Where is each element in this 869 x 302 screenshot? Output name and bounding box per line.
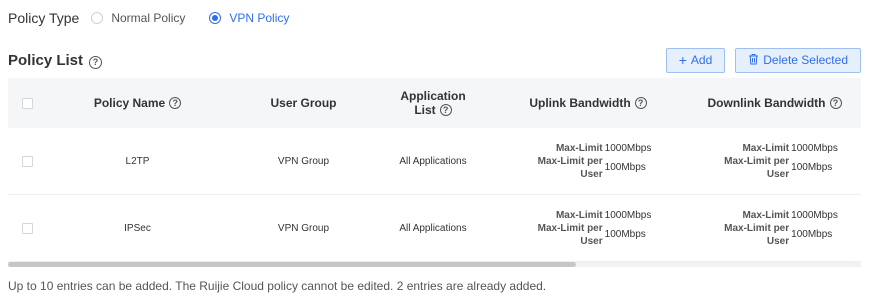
add-button[interactable]: + Add bbox=[665, 47, 726, 73]
downlink-bandwidth-detail: Max-Limit 1000Mbps Max-Limit per User 100Mb… bbox=[711, 142, 838, 181]
cell-uplink-bandwidth: Max-Limit 1000Mbps Max-Limit per User 100Mb… bbox=[488, 195, 688, 261]
downlink-max-value: 1000Mbps bbox=[791, 142, 838, 154]
bw-max-limit-label: Max-Limit bbox=[555, 209, 603, 221]
table-row: L2TP VPN Group All Applications Max-Limi… bbox=[8, 128, 861, 195]
header-policy-name-text: Policy Name bbox=[93, 96, 166, 110]
help-icon[interactable]: ? bbox=[169, 97, 182, 109]
uplink-bandwidth-detail: Max-Limit 1000Mbps Max-Limit per User 100Mb… bbox=[525, 142, 652, 181]
bw-per-user-label-line2: User bbox=[580, 235, 603, 247]
delete-selected-button[interactable]: Delete Selected bbox=[735, 47, 861, 73]
bw-per-user-label-line2: User bbox=[766, 235, 790, 247]
bw-max-limit-label: Max-Limit bbox=[742, 209, 790, 221]
policy-list-title-text: Policy List bbox=[8, 51, 84, 69]
uplink-max-value: 1000Mbps bbox=[604, 142, 652, 154]
downlink-bandwidth-detail: Max-Limit 1000Mbps Max-Limit per User 100Mb… bbox=[711, 209, 838, 248]
radio-vpn-policy[interactable]: VPN Policy bbox=[209, 11, 289, 25]
row-checkbox[interactable] bbox=[21, 155, 33, 167]
header-downlink-bandwidth: Downlink Bandwidth? bbox=[688, 78, 861, 128]
policy-type-label: Policy Type bbox=[8, 10, 80, 26]
add-button-label: Add bbox=[690, 53, 713, 67]
bw-per-user-label-line1: Max-Limit per bbox=[537, 155, 603, 167]
cell-policy-name: L2TP bbox=[125, 155, 150, 167]
row-checkbox[interactable] bbox=[21, 222, 33, 234]
header-application-list-line1: Application bbox=[400, 89, 466, 103]
radio-label-vpn[interactable]: VPN Policy bbox=[229, 11, 289, 25]
bw-per-user-label: Max-Limit per User bbox=[525, 222, 605, 248]
downlink-max-value: 1000Mbps bbox=[791, 209, 838, 221]
cell-downlink-bandwidth: Max-Limit 1000Mbps Max-Limit per User 100Mb… bbox=[688, 128, 861, 194]
bw-per-user-label-line1: Max-Limit per bbox=[724, 222, 790, 234]
policy-list-header: Policy List? + Add Delete Selected bbox=[8, 47, 861, 73]
scrollbar-thumb[interactable] bbox=[8, 262, 576, 267]
bw-max-limit-label: Max-Limit bbox=[742, 142, 790, 154]
policy-table: Policy Name? User Group Application List… bbox=[8, 78, 861, 268]
header-user-group: User Group bbox=[229, 78, 378, 128]
bw-per-user-label: Max-Limit per User bbox=[711, 222, 791, 248]
table-header: Policy Name? User Group Application List… bbox=[8, 78, 861, 128]
cell-uplink-bandwidth: Max-Limit 1000Mbps Max-Limit per User 100Mb… bbox=[488, 128, 688, 194]
uplink-max-value: 1000Mbps bbox=[604, 209, 652, 221]
cell-downlink-bandwidth: Max-Limit 1000Mbps Max-Limit per User 100Mb… bbox=[688, 195, 861, 261]
policy-type-row: Policy Type Normal Policy VPN Policy bbox=[8, 8, 313, 28]
header-downlink-text: Downlink Bandwidth bbox=[707, 96, 826, 110]
radio-label-normal[interactable]: Normal Policy bbox=[111, 11, 185, 25]
downlink-per-user-value: 100Mbps bbox=[791, 162, 833, 173]
uplink-bandwidth-detail: Max-Limit 1000Mbps Max-Limit per User 100Mb… bbox=[525, 209, 652, 248]
bw-per-user-label-line1: Max-Limit per bbox=[724, 155, 790, 167]
horizontal-scrollbar[interactable] bbox=[8, 262, 861, 267]
header-application-list: Application List? bbox=[378, 78, 488, 128]
bw-per-user-label-line2: User bbox=[580, 168, 603, 180]
plus-icon: + bbox=[678, 52, 687, 68]
header-policy-name: Policy Name? bbox=[46, 78, 229, 128]
bw-per-user-label: Max-Limit per User bbox=[525, 155, 605, 181]
header-uplink-text: Uplink Bandwidth bbox=[529, 96, 631, 110]
select-all-checkbox[interactable] bbox=[21, 97, 33, 109]
row-select-cell bbox=[8, 128, 46, 194]
header-uplink-bandwidth: Uplink Bandwidth? bbox=[488, 78, 688, 128]
header-select-all bbox=[8, 78, 46, 128]
trash-icon bbox=[748, 53, 759, 67]
footer-note: Up to 10 entries can be added. The Ruiji… bbox=[8, 279, 547, 293]
radio-normal-policy[interactable]: Normal Policy bbox=[91, 11, 185, 25]
uplink-per-user-value: 100Mbps bbox=[604, 229, 646, 240]
cell-application-list: All Applications bbox=[399, 155, 467, 167]
help-icon[interactable]: ? bbox=[439, 104, 452, 116]
table-row: IPSec VPN Group All Applications Max-Lim… bbox=[8, 195, 861, 262]
help-icon[interactable]: ? bbox=[634, 97, 647, 109]
cell-application-list: All Applications bbox=[399, 222, 467, 234]
radio-circle-normal[interactable] bbox=[91, 12, 104, 24]
bw-per-user-label-line2: User bbox=[766, 168, 790, 180]
uplink-per-user-value: 100Mbps bbox=[604, 162, 646, 173]
policy-list-title: Policy List? bbox=[8, 51, 103, 69]
cell-policy-name: IPSec bbox=[124, 222, 151, 234]
downlink-per-user-value: 100Mbps bbox=[791, 229, 833, 240]
cell-user-group: VPN Group bbox=[277, 222, 330, 234]
bw-per-user-label-line1: Max-Limit per bbox=[537, 222, 603, 234]
help-icon[interactable]: ? bbox=[829, 97, 842, 109]
radio-circle-vpn[interactable] bbox=[209, 12, 222, 24]
bw-per-user-label: Max-Limit per User bbox=[711, 155, 791, 181]
row-select-cell bbox=[8, 195, 46, 261]
help-icon[interactable]: ? bbox=[89, 55, 103, 69]
cell-user-group: VPN Group bbox=[277, 155, 330, 167]
bw-max-limit-label: Max-Limit bbox=[555, 142, 603, 154]
header-application-list-line2: List bbox=[414, 103, 436, 117]
delete-button-label: Delete Selected bbox=[763, 53, 848, 67]
header-user-group-text: User Group bbox=[270, 96, 337, 110]
